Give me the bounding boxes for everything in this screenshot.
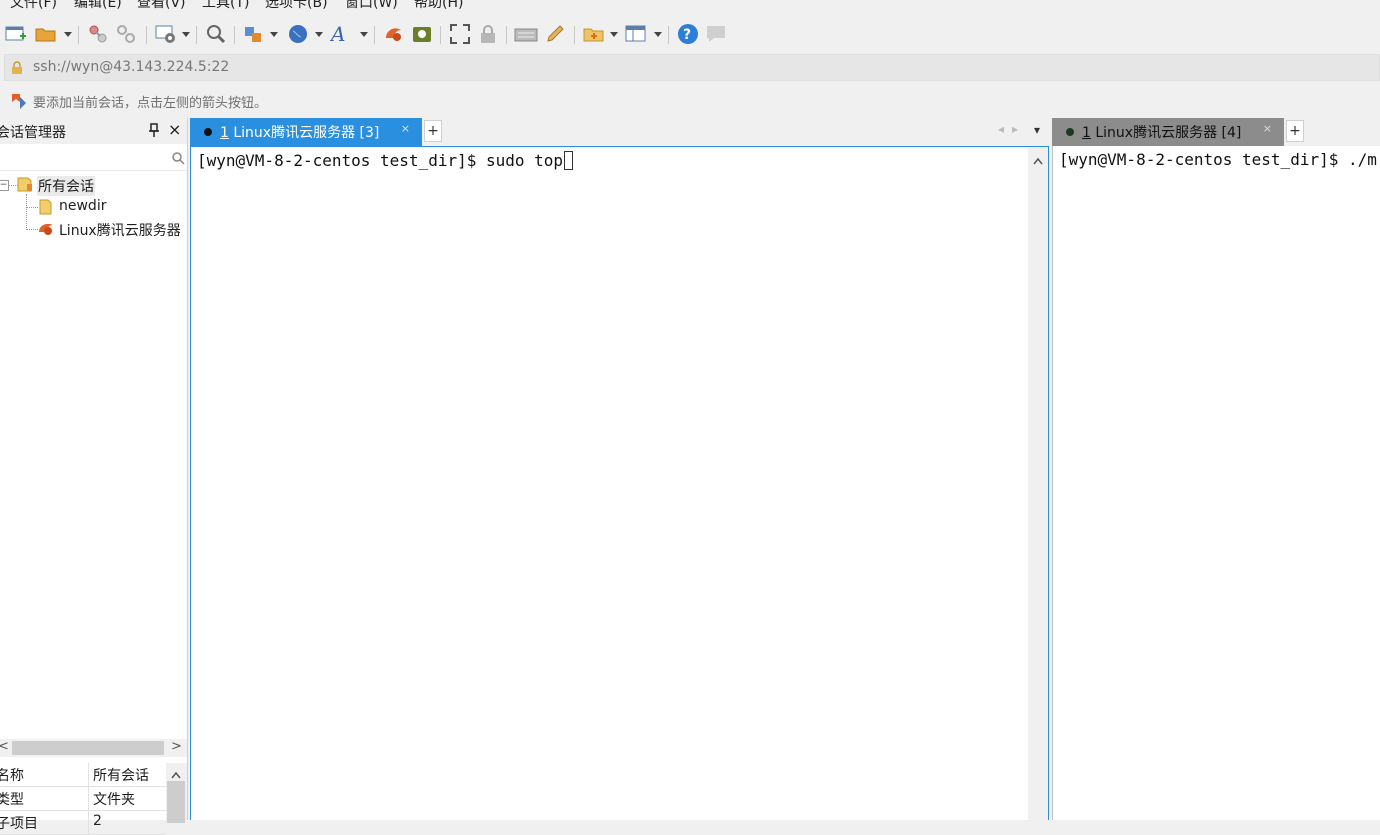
prop-value: 2 — [93, 813, 102, 829]
terminal-prompt-line: [wyn@VM-8-2-centos test_dir]$ ./m — [1059, 150, 1377, 169]
session-manager-header: 会话管理器 × — [0, 118, 187, 144]
tab-strip-left: 1 Linux腾讯云服务器 [3] × + ◂ ▸ ▾ — [190, 118, 1050, 146]
terminal-scrollbar[interactable] — [1028, 147, 1048, 821]
close-panel-icon[interactable]: × — [168, 120, 181, 139]
tab-prev-icon[interactable]: ◂ — [998, 122, 1004, 136]
session-manager-panel: 会话管理器 × − 所有会话 newdir Linux腾讯云服务器 < > 名称… — [0, 118, 188, 835]
address-bar[interactable]: ssh://wyn@43.143.224.5:22 — [4, 54, 1380, 81]
lock-icon[interactable] — [476, 22, 500, 46]
layout-icon[interactable] — [624, 22, 648, 46]
prop-value: 所有会话 — [93, 768, 149, 784]
tree-root-label: 所有会话 — [37, 176, 95, 196]
scrollbar-thumb[interactable] — [12, 741, 164, 755]
menu-edit[interactable]: 编辑(E) — [74, 0, 122, 12]
svg-text:A: A — [330, 23, 345, 45]
session-manager-title: 会话管理器 — [0, 125, 66, 141]
prop-row-type: 类型 文件夹 — [0, 787, 166, 811]
hint-bar: 要添加当前会话，点击左侧的箭头按钮。 — [0, 88, 1380, 114]
scroll-left-icon[interactable]: < — [0, 739, 9, 754]
prop-key: 名称 — [0, 768, 24, 784]
xftp-icon[interactable] — [382, 22, 406, 46]
lock-icon — [11, 61, 23, 79]
menu-file[interactable]: 文件(F) — [10, 0, 57, 12]
open-folder-icon[interactable] — [34, 22, 58, 46]
scroll-up-icon[interactable] — [1033, 153, 1043, 169]
pin-icon[interactable] — [149, 123, 159, 140]
toolbar: A ? — [0, 18, 1380, 50]
menu-help[interactable]: 帮助(H) — [414, 0, 463, 12]
terminal-prompt-line: [wyn@VM-8-2-centos test_dir]$ sudo top — [197, 151, 574, 170]
session-icon — [38, 221, 54, 241]
menu-view[interactable]: 查看(V) — [137, 0, 186, 12]
add-tab-button[interactable]: + — [1286, 120, 1304, 142]
folder-icon — [39, 199, 53, 219]
folder-icon — [17, 176, 33, 196]
new-session-icon[interactable] — [4, 22, 28, 46]
fullscreen-icon[interactable] — [448, 22, 472, 46]
tab-list-icon[interactable]: ▾ — [1034, 123, 1040, 137]
prop-key: 类型 — [0, 792, 24, 808]
properties-scrollbar[interactable] — [166, 763, 187, 823]
prop-row-children: 子项目 2 — [0, 811, 166, 835]
tab-close-icon[interactable]: × — [1263, 122, 1272, 135]
chat-icon[interactable] — [704, 22, 728, 46]
prop-key: 子项目 — [0, 816, 38, 832]
tab-next-icon[interactable]: ▸ — [1012, 122, 1018, 136]
connected-dot-icon — [1066, 128, 1074, 136]
terminal-cursor — [564, 151, 574, 170]
menu-tools[interactable]: 工具(T) — [202, 0, 249, 12]
session-properties: 名称 所有会话 类型 文件夹 子项目 2 — [0, 763, 187, 835]
scroll-right-icon[interactable]: > — [171, 739, 182, 754]
hint-text: 要添加当前会话，点击左侧的箭头按钮。 — [33, 96, 268, 111]
terminal-left[interactable]: [wyn@VM-8-2-centos test_dir]$ sudo top — [190, 146, 1049, 821]
search-icon — [171, 151, 185, 169]
tab-label: 1 Linux腾讯云服务器 [4] — [1082, 125, 1242, 141]
highlight-icon[interactable] — [543, 22, 567, 46]
search-icon[interactable] — [204, 22, 228, 46]
svg-text:?: ? — [683, 27, 691, 43]
tab-label: 1 Linux腾讯云服务器 [3] — [220, 125, 380, 141]
session-search-input[interactable] — [0, 148, 187, 171]
tab-linux-server-4[interactable]: 1 Linux腾讯云服务器 [4] × — [1052, 118, 1284, 146]
bookmark-arrow-icon[interactable] — [10, 93, 28, 115]
session-settings-icon[interactable] — [154, 22, 178, 46]
connect-icon[interactable] — [86, 22, 110, 46]
tree-item-label: newdir — [59, 198, 107, 214]
new-folder-icon[interactable] — [582, 22, 606, 46]
menu-window[interactable]: 窗口(W) — [345, 0, 398, 12]
horizontal-scrollbar[interactable]: < > — [0, 739, 187, 757]
add-tab-button[interactable]: + — [424, 120, 442, 142]
tab-strip-right: 1 Linux腾讯云服务器 [4] × + — [1052, 118, 1380, 146]
prop-value: 文件夹 — [93, 792, 135, 808]
menu-bar: 文件(F) 编辑(E) 查看(V) 工具(T) 选项卡(B) 窗口(W) 帮助(… — [0, 0, 1380, 12]
transfer-icon[interactable] — [242, 22, 266, 46]
help-icon[interactable]: ? — [676, 22, 700, 46]
globe-icon[interactable] — [286, 22, 310, 46]
keyboard-icon[interactable] — [514, 22, 538, 46]
address-text: ssh://wyn@43.143.224.5:22 — [33, 59, 230, 75]
terminal-right[interactable]: [wyn@VM-8-2-centos test_dir]$ ./m — [1052, 146, 1380, 820]
connected-dot-icon — [204, 128, 212, 136]
prop-row-name: 名称 所有会话 — [0, 763, 166, 787]
tab-close-icon[interactable]: × — [401, 122, 410, 135]
tree-item-label: Linux腾讯云服务器 — [59, 223, 181, 239]
disconnect-icon[interactable] — [114, 22, 138, 46]
font-icon[interactable]: A — [330, 22, 354, 46]
tab-linux-server-3[interactable]: 1 Linux腾讯云服务器 [3] × — [190, 118, 422, 146]
menu-tabs[interactable]: 选项卡(B) — [265, 0, 328, 12]
script-icon[interactable] — [410, 22, 434, 46]
